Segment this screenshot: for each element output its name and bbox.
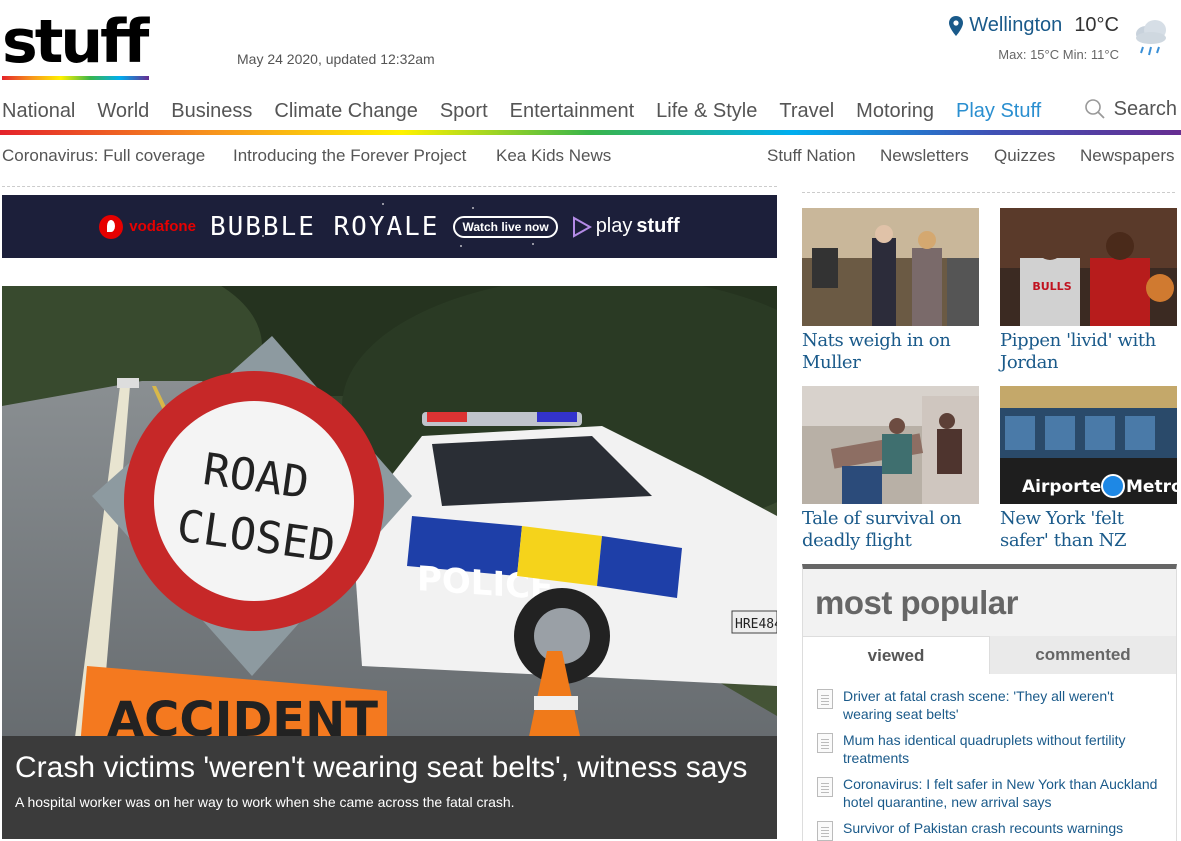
- tab-viewed[interactable]: viewed: [803, 636, 990, 674]
- weather-widget[interactable]: Wellington 10°C Max: 15°C Min: 11°C: [949, 14, 1119, 62]
- most-popular-list: Driver at fatal crash scene: 'They all w…: [803, 674, 1176, 841]
- list-item: Survivor of Pakistan crash recounts warn…: [817, 819, 1166, 841]
- nav-rainbow-divider: [0, 130, 1181, 135]
- nav-motoring[interactable]: Motoring: [856, 100, 934, 123]
- hero-summary: A hospital worker was on her way to work…: [15, 794, 515, 810]
- subnav-forever-project[interactable]: Introducing the Forever Project: [233, 146, 466, 166]
- most-popular-widget: most popular viewed commented Driver at …: [802, 564, 1177, 841]
- nav-world[interactable]: World: [97, 100, 149, 123]
- divider: [2, 186, 777, 187]
- list-item: Driver at fatal crash scene: 'They all w…: [817, 687, 1166, 723]
- weather-city: Wellington: [969, 14, 1063, 36]
- logo-text: stuff: [2, 7, 149, 77]
- location-pin-icon: [949, 15, 964, 36]
- stuff-word: stuff: [636, 215, 680, 237]
- subnav-newsletters[interactable]: Newsletters: [880, 146, 969, 166]
- story-tile[interactable]: Nats weigh in on Muller: [802, 208, 979, 374]
- jersey-text: BULLS: [1032, 280, 1071, 293]
- nav-life-style[interactable]: Life & Style: [656, 100, 757, 123]
- document-icon: [817, 733, 833, 753]
- nav-entertainment[interactable]: Entertainment: [510, 100, 635, 123]
- banner-title: BUBBLE ROYALE: [209, 211, 440, 242]
- search-label: Search: [1113, 97, 1177, 120]
- nav-climate-change[interactable]: Climate Change: [274, 100, 417, 123]
- bubble-royale-banner[interactable]: vodafone BUBBLE ROYALE Watch live now pl…: [2, 195, 777, 258]
- story-thumbnail: [802, 208, 979, 326]
- popular-link[interactable]: Survivor of Pakistan crash recounts warn…: [843, 819, 1166, 841]
- story-thumbnail: Airporter Metro: [1000, 386, 1177, 504]
- airporter-text: Airporter: [1022, 477, 1110, 497]
- watch-live-button[interactable]: Watch live now: [453, 215, 558, 238]
- hero-story[interactable]: POLICE HRE484 ROAD CLOSED ACCIDENT Crash…: [2, 286, 777, 839]
- story-title[interactable]: Tale of survival on deadly flight: [802, 508, 979, 552]
- edition-date: May 24 2020, updated 12:32am: [237, 51, 435, 67]
- nav-national[interactable]: National: [2, 100, 75, 123]
- nav-sport[interactable]: Sport: [440, 100, 488, 123]
- subnav-quizzes[interactable]: Quizzes: [994, 146, 1055, 166]
- weather-temp: 10°C: [1074, 14, 1119, 36]
- subnav-newspapers[interactable]: Newspapers: [1080, 146, 1175, 166]
- document-icon: [817, 689, 833, 709]
- document-icon: [817, 777, 833, 797]
- play-stuff-logo: play stuff: [572, 215, 680, 238]
- most-popular-heading: most popular: [815, 584, 1019, 621]
- story-tile[interactable]: Tale of survival on deadly flight: [802, 386, 979, 552]
- divider: [802, 192, 1175, 193]
- weather-min-max: Max: 15°C Min: 11°C: [998, 46, 1119, 62]
- search-button[interactable]: Search: [1084, 94, 1177, 124]
- list-item: Mum has identical quadruplets without fe…: [817, 731, 1166, 767]
- subnav-kea-kids-news[interactable]: Kea Kids News: [496, 146, 611, 166]
- play-word: play: [595, 215, 633, 237]
- list-item: Coronavirus: I felt safer in New York th…: [817, 775, 1166, 811]
- subnav-stuff-nation[interactable]: Stuff Nation: [767, 146, 856, 166]
- metro-text: Metro: [1126, 477, 1177, 497]
- vodafone-logo-icon: [99, 214, 124, 239]
- hero-headline[interactable]: Crash victims 'weren't wearing seat belt…: [15, 750, 764, 786]
- hero-caption: Crash victims 'weren't wearing seat belt…: [2, 736, 777, 839]
- search-icon: [1084, 99, 1105, 119]
- nav-business[interactable]: Business: [171, 100, 252, 123]
- story-thumbnail: BULLS: [1000, 208, 1177, 326]
- subnav-coronavirus[interactable]: Coronavirus: Full coverage: [2, 146, 205, 166]
- main-nav: National World Business Climate Change S…: [2, 94, 1179, 128]
- document-icon: [817, 821, 833, 841]
- sub-nav: Coronavirus: Full coverage Introducing t…: [2, 146, 1179, 168]
- most-popular-tabs: viewed commented: [803, 636, 1176, 674]
- story-tile[interactable]: Airporter Metro New York 'felt safer' th…: [1000, 386, 1177, 552]
- stuff-logo[interactable]: stuff: [2, 10, 152, 80]
- tab-commented[interactable]: commented: [990, 636, 1176, 674]
- story-title[interactable]: New York 'felt safer' than NZ: [1000, 508, 1177, 552]
- story-thumbnail: [802, 386, 979, 504]
- popular-link[interactable]: Driver at fatal crash scene: 'They all w…: [843, 687, 1166, 723]
- story-title[interactable]: Pippen 'livid' with Jordan: [1000, 330, 1177, 374]
- banner-brand: vodafone: [129, 218, 196, 235]
- nav-travel[interactable]: Travel: [779, 100, 834, 123]
- rain-cloud-icon: [1136, 20, 1166, 56]
- plate-text: HRE484: [735, 617, 777, 632]
- story-tile[interactable]: BULLS Pippen 'livid' with Jordan: [1000, 208, 1177, 374]
- play-triangle-icon: [572, 215, 592, 238]
- popular-link[interactable]: Mum has identical quadruplets without fe…: [843, 731, 1166, 767]
- story-title[interactable]: Nats weigh in on Muller: [802, 330, 979, 374]
- nav-play-stuff[interactable]: Play Stuff: [956, 100, 1041, 123]
- popular-link[interactable]: Coronavirus: I felt safer in New York th…: [843, 775, 1166, 811]
